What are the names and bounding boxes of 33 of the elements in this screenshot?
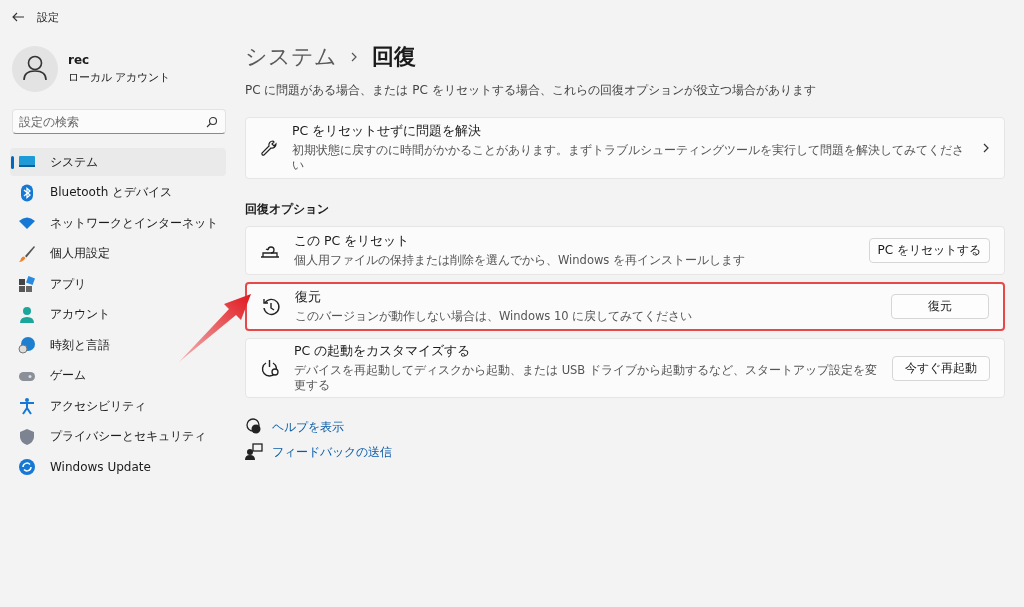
sidebar-item[interactable]: 個人用設定 bbox=[10, 239, 226, 268]
option-button[interactable]: 復元 bbox=[891, 294, 989, 319]
user-name: rec bbox=[68, 53, 91, 67]
sidebar-item[interactable]: 時刻と言語 bbox=[10, 331, 226, 359]
option-title: 復元 bbox=[295, 289, 322, 306]
section-heading: 回復オプション bbox=[245, 201, 330, 218]
sidebar-item[interactable]: アプリ bbox=[10, 270, 226, 298]
breadcrumb-link[interactable]: システム bbox=[245, 42, 337, 72]
sidebar-item[interactable]: ネットワークとインターネット bbox=[10, 209, 226, 237]
page-description: PC に問題がある場合、または PC をリセットする場合、これらの回復オプションが役立つ場合があります bbox=[245, 82, 817, 99]
option-description: 個人用ファイルの保持または削除を選んでから、Windows を再インストールします bbox=[294, 253, 746, 268]
troubleshoot-card[interactable]: PC をリセットせずに問題を解決 初期状態に戻すのに時間がかかることがあります。まずトラブルシューティングツールを実行して問題を解決してみてください bbox=[245, 117, 1005, 179]
sidebar-item[interactable]: アクセシビリティ bbox=[10, 392, 226, 420]
sidebar-item[interactable]: システム bbox=[10, 148, 226, 176]
search-field[interactable]: 設定の検索 bbox=[12, 109, 226, 134]
sidebar-item[interactable]: プライバシーとセキュリティ bbox=[10, 422, 226, 451]
sidebar-item[interactable]: Windows Update bbox=[10, 453, 226, 481]
option-title: PC の起動をカスタマイズする bbox=[294, 343, 472, 360]
sidebar-item[interactable]: ゲーム bbox=[10, 361, 226, 390]
help-link[interactable]: フィードバックの送信 bbox=[272, 443, 392, 461]
sidebar-item[interactable]: Bluetooth とデバイス bbox=[10, 178, 226, 207]
option-button[interactable]: 今すぐ再起動 bbox=[892, 355, 990, 381]
window-title: 設定 bbox=[37, 9, 59, 25]
card-title: PC をリセットせずに問題を解決 bbox=[292, 123, 483, 140]
option-button[interactable]: PC をリセットする bbox=[868, 238, 990, 263]
sidebar-item[interactable]: アカウント bbox=[10, 300, 226, 329]
option-description: デバイスを再起動してディスクから起動、または USB ドライブから起動するなど、スタートアップ設定を変更する bbox=[294, 363, 878, 393]
page-title: 回復 bbox=[372, 43, 416, 71]
help-link[interactable]: ヘルプを表示 bbox=[272, 418, 344, 436]
option-title: この PC をリセット bbox=[294, 233, 411, 250]
card-description: 初期状態に戻すのに時間がかかることがあります。まずトラブルシューティングツールを実行して問題を解決してみてください bbox=[292, 143, 965, 173]
account-type: ローカル アカウント bbox=[68, 70, 171, 85]
option-description: このバージョンが動作しない場合は、Windows 10 に戻してみてください bbox=[295, 309, 694, 324]
